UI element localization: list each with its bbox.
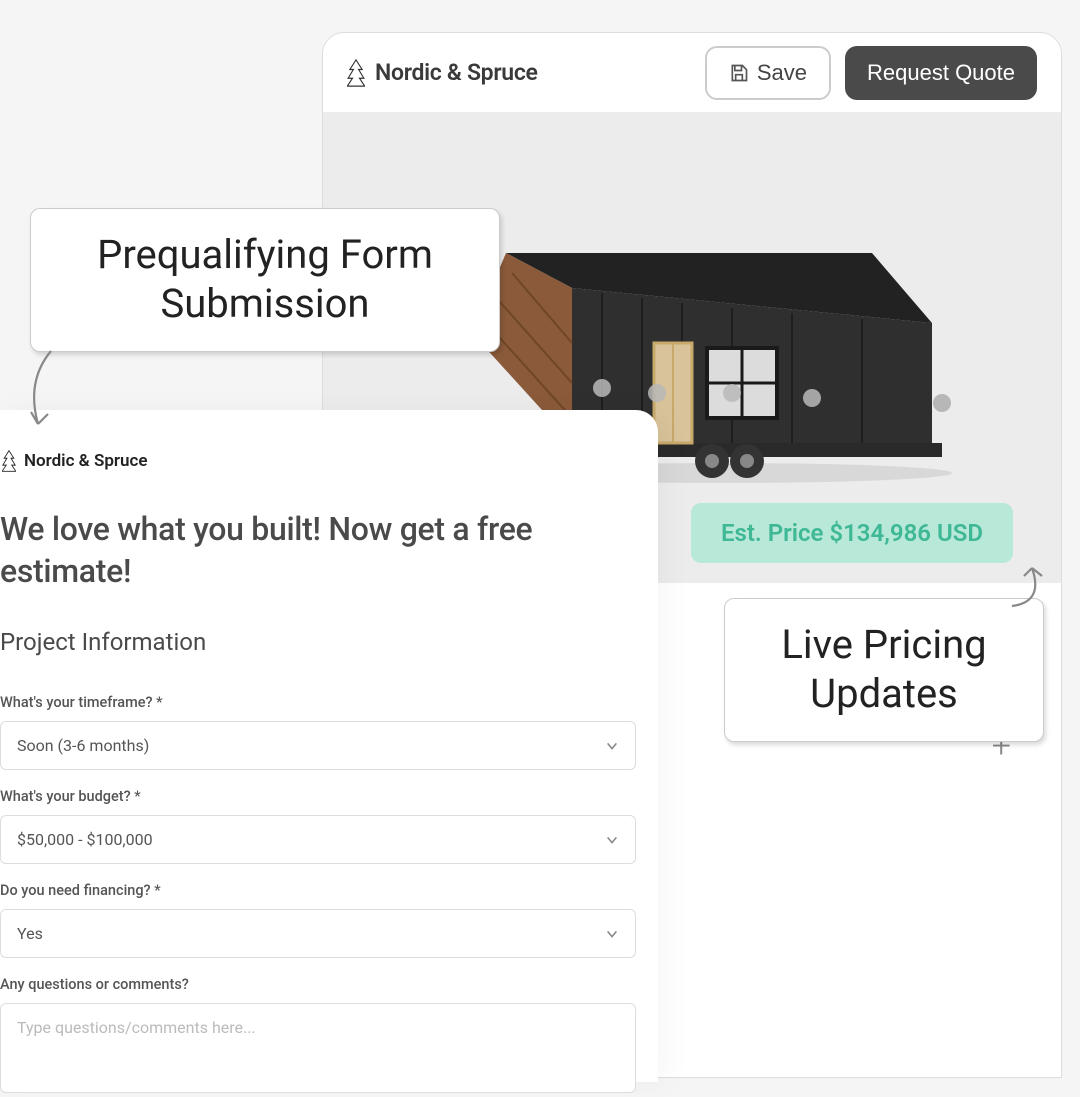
field-comments: Any questions or comments?: [0, 976, 658, 1097]
request-quote-button[interactable]: Request Quote: [845, 46, 1037, 100]
form-section-title: Project Information: [0, 628, 658, 656]
tree-logo-icon: [2, 450, 16, 472]
timeframe-label: What's your timeframe? *: [0, 694, 656, 711]
chevron-down-icon: [605, 739, 619, 753]
form-title: We love what you built! Now get a free e…: [0, 508, 658, 592]
form-brand-name: Nordic & Spruce: [24, 451, 148, 471]
app-header: Nordic & Spruce Save Request Quote: [323, 33, 1061, 113]
budget-label: What's your budget? *: [0, 788, 656, 805]
timeframe-select[interactable]: Soon (3-6 months): [0, 721, 636, 770]
chevron-down-icon: [605, 927, 619, 941]
field-timeframe: What's your timeframe? * Soon (3-6 month…: [0, 694, 658, 770]
tree-logo-icon: [347, 59, 365, 87]
chevron-down-icon: [605, 833, 619, 847]
field-financing: Do you need financing? * Yes: [0, 882, 658, 958]
estimated-price-badge: Est. Price $134,986 USD: [691, 503, 1013, 563]
financing-label: Do you need financing? *: [0, 882, 656, 899]
brand: Nordic & Spruce: [347, 59, 538, 87]
financing-select[interactable]: Yes: [0, 909, 636, 958]
financing-value: Yes: [17, 924, 43, 943]
brand-name: Nordic & Spruce: [375, 59, 538, 86]
timeframe-value: Soon (3-6 months): [17, 736, 149, 755]
callout-live-pricing: Live Pricing Updates: [724, 598, 1044, 742]
arrow-icon: [16, 346, 66, 436]
save-icon: [729, 63, 749, 83]
arrow-icon: [1004, 562, 1054, 610]
quote-label: Request Quote: [867, 60, 1015, 86]
save-label: Save: [757, 60, 807, 86]
callout-prequalifying: Prequalifying Form Submission: [30, 208, 500, 352]
form-brand: Nordic & Spruce: [0, 450, 658, 472]
save-button[interactable]: Save: [705, 46, 831, 100]
budget-select[interactable]: $50,000 - $100,000: [0, 815, 636, 864]
field-budget: What's your budget? * $50,000 - $100,000: [0, 788, 658, 864]
budget-value: $50,000 - $100,000: [17, 830, 153, 849]
comments-label: Any questions or comments?: [0, 976, 656, 993]
prequalifying-form-panel: Nordic & Spruce We love what you built! …: [0, 410, 658, 1082]
header-buttons: Save Request Quote: [705, 46, 1037, 100]
